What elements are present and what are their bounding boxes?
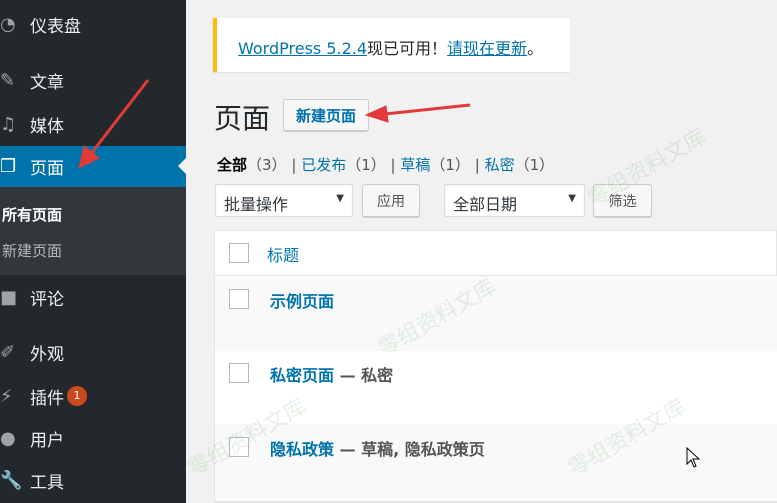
row-checkbox[interactable] bbox=[229, 289, 249, 309]
submenu-all-pages[interactable]: 所有页面 bbox=[2, 204, 62, 225]
select-all-checkbox[interactable] bbox=[229, 243, 249, 263]
pin-icon: ✎ bbox=[0, 69, 16, 91]
update-now-link[interactable]: 请现在更新 bbox=[447, 39, 527, 58]
add-new-page-button[interactable]: 新建页面 bbox=[283, 99, 369, 131]
row-checkbox[interactable] bbox=[229, 363, 249, 383]
bulk-actions-select[interactable]: 批量操作 ▼ bbox=[215, 184, 353, 217]
status-filters: 全部（3） | 已发布（1） | 草稿（1） | 私密（1） bbox=[217, 156, 555, 174]
filter-private[interactable]: 私密 bbox=[485, 156, 515, 174]
pages-submenu: 所有页面 新建页面 bbox=[0, 187, 186, 275]
dashboard-icon: ◔ bbox=[0, 13, 16, 35]
menu-dashboard[interactable]: ◔ 仪表盘 bbox=[0, 4, 186, 44]
row-checkbox[interactable] bbox=[229, 437, 249, 457]
menu-comments[interactable]: ■ 评论 bbox=[0, 277, 186, 317]
media-icon: ♫ bbox=[0, 113, 17, 135]
filter-draft[interactable]: 草稿 bbox=[400, 156, 430, 174]
page-icon: ❐ bbox=[0, 156, 17, 177]
apply-button[interactable]: 应用 bbox=[362, 184, 420, 217]
menu-tools[interactable]: 🔧 工具 bbox=[0, 460, 186, 500]
table-row: 隐私政策 — 草稿, 隐私政策页 bbox=[215, 424, 777, 502]
comment-icon: ■ bbox=[0, 286, 18, 308]
menu-plugins[interactable]: ⚡ 插件 1 bbox=[0, 376, 186, 416]
page-title-link[interactable]: 隐私政策 bbox=[270, 440, 334, 459]
menu-posts[interactable]: ✎ 文章 bbox=[0, 60, 186, 100]
dropdown-arrow-icon: ▼ bbox=[568, 193, 576, 204]
filter-published[interactable]: 已发布 bbox=[301, 156, 346, 174]
date-filter-select[interactable]: 全部日期 ▼ bbox=[444, 184, 585, 217]
arrow-to-new-page bbox=[364, 103, 471, 123]
brush-icon: ✐ bbox=[0, 341, 16, 363]
update-notice: WordPress 5.2.4现已可用！请现在更新。 bbox=[213, 18, 570, 72]
wordpress-version-link[interactable]: WordPress 5.2.4 bbox=[238, 39, 367, 58]
wrench-icon: 🔧 bbox=[0, 469, 23, 491]
menu-users[interactable]: ● 用户 bbox=[0, 418, 186, 458]
dropdown-arrow-icon: ▼ bbox=[336, 193, 344, 204]
update-badge: 1 bbox=[67, 386, 87, 406]
table-row: 示例页面 bbox=[215, 276, 777, 351]
page-title: 页面 bbox=[214, 102, 271, 135]
menu-pages[interactable]: ❐ 页面 bbox=[0, 146, 186, 187]
plugin-icon: ⚡ bbox=[0, 385, 13, 407]
table-row: 私密页面 — 私密 bbox=[215, 351, 777, 424]
admin-sidebar: ◔ 仪表盘 ✎ 文章 ♫ 媒体 ❐ 页面 所有页面 新建页面 ■ 评论 ✐ 外观 ⚡ 插件 1 … bbox=[0, 0, 186, 503]
user-icon: ● bbox=[0, 427, 16, 449]
page-title-link[interactable]: 示例页面 bbox=[270, 292, 334, 311]
submenu-new-page[interactable]: 新建页面 bbox=[2, 240, 62, 261]
filter-button[interactable]: 筛选 bbox=[593, 184, 652, 217]
menu-media[interactable]: ♫ 媒体 bbox=[0, 104, 186, 144]
column-title[interactable]: 标题 bbox=[267, 242, 299, 266]
filter-all[interactable]: 全部 bbox=[217, 156, 247, 174]
page-title-link[interactable]: 私密页面 bbox=[270, 366, 334, 385]
pages-table: 标题 示例页面 私密页面 — 私密 隐私政策 — 草稿, 隐私政策页 bbox=[214, 230, 777, 503]
table-header: 标题 bbox=[215, 231, 777, 276]
menu-appearance[interactable]: ✐ 外观 bbox=[0, 332, 186, 372]
